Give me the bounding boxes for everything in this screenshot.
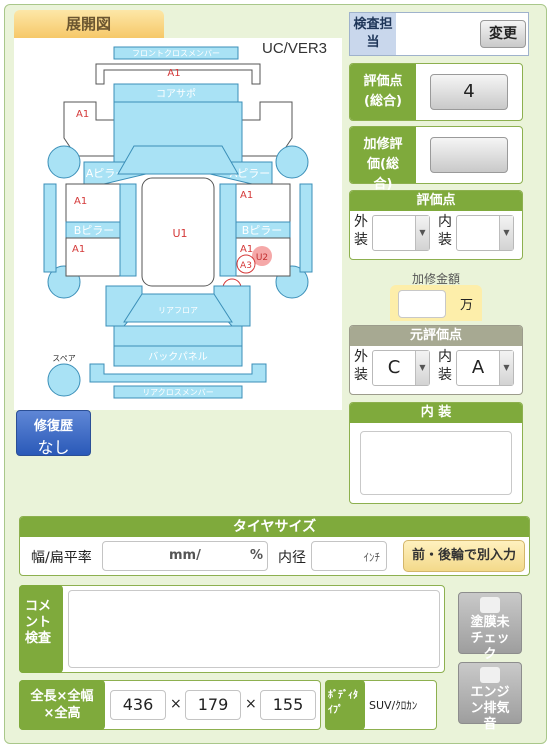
original-exterior-value: C <box>387 357 401 378</box>
spare-tire <box>47 363 81 397</box>
width-input[interactable]: 179 <box>185 690 241 720</box>
inspector-label: 検査担当 <box>350 13 396 55</box>
rear-cross-member-label: リアクロスメンバー <box>142 388 214 397</box>
engine-icon <box>480 667 500 683</box>
added-amount-box: 万 <box>390 285 482 321</box>
separate-front-rear-button[interactable]: 前・後輪で別入力 <box>403 540 525 572</box>
mark-right-quarter-u2: U2 <box>256 253 268 263</box>
times-sign-2: × <box>245 696 257 712</box>
length-input[interactable]: 436 <box>110 690 166 720</box>
original-evaluation-panel: 元評価点 外装 C ▼ 内装 A ▼ <box>349 325 523 395</box>
mark-rear-door-left-a1: A1 <box>72 244 85 255</box>
body-type-value: SUV/ｸﾛｶﾝ <box>369 699 418 712</box>
engine-sound-button[interactable]: エンジン排気音 <box>458 662 522 732</box>
chevron-down-icon: ▼ <box>415 216 429 250</box>
body-type-label: ﾎﾞﾃﾞｨﾀｲﾌﾟ <box>325 680 365 730</box>
core-support-label: コアサポ <box>156 88 196 100</box>
original-exterior-select[interactable]: C ▼ <box>372 350 430 386</box>
added-score-button[interactable] <box>430 137 508 173</box>
added-amount-unit: 万 <box>460 298 474 313</box>
repair-history-button[interactable]: 修復歴 なし <box>16 410 91 457</box>
roof-side-left <box>119 183 137 277</box>
mark-right-quarter-a3: A3 <box>240 261 252 271</box>
overall-score-row: 評価点(総合) 4 <box>349 63 523 121</box>
chevron-down-icon: ▼ <box>499 351 513 385</box>
comment-label: コメント検査 <box>19 585 63 673</box>
original-interior-label: 内装 <box>438 349 452 383</box>
evaluation-panel: 評価点 外装 ▼ 内装 ▼ <box>349 190 523 260</box>
added-score-label: 加修評価(総合) <box>350 127 416 192</box>
tire-inner-label: 内径 <box>278 550 306 566</box>
tire-pct-unit: % <box>249 548 263 563</box>
overall-score-label: 評価点(総合) <box>350 64 416 120</box>
interior-panel: 内 装 <box>349 402 523 504</box>
comment-textarea[interactable] <box>68 590 440 668</box>
diagram-version: UC/VER3 <box>262 40 328 57</box>
added-amount-input[interactable] <box>398 290 446 318</box>
height-input[interactable]: 155 <box>260 690 316 720</box>
tire-width-input[interactable]: mm/ % <box>102 541 268 571</box>
repair-history-label: 修復歴 <box>33 419 73 434</box>
original-evaluation-title: 元評価点 <box>350 326 522 346</box>
back-panel-label: バックパネル <box>148 351 208 363</box>
mark-rear-door-right-a1: A1 <box>240 244 253 255</box>
chevron-down-icon: ▼ <box>499 216 513 250</box>
windshield <box>117 145 239 175</box>
evaluation-interior-label: 内装 <box>438 214 452 248</box>
mark-front-door-left-a1: A1 <box>74 196 87 207</box>
tire-width-label: 幅/扁平率 <box>31 550 92 566</box>
original-exterior-label: 外装 <box>354 349 368 383</box>
tire-mm-unit: mm/ <box>169 548 201 563</box>
evaluation-exterior-select[interactable]: ▼ <box>372 215 430 251</box>
roof-side-right <box>219 183 237 277</box>
overall-score-button[interactable]: 4 <box>430 74 508 110</box>
mark-front-door-right-a1: A1 <box>240 190 253 201</box>
evaluation-exterior-label: 外装 <box>354 214 368 248</box>
b-pillar-left-label: Bピラー <box>74 224 115 237</box>
mark-fender-left-a1: A1 <box>76 109 89 120</box>
tire-inch-unit: ｲﾝﾁ <box>363 551 381 564</box>
added-score-row: 加修評価(総合) <box>349 126 523 192</box>
evaluation-interior-select[interactable]: ▼ <box>456 215 514 251</box>
diagram-tab-title: 展開図 <box>14 10 164 38</box>
original-interior-select[interactable]: A ▼ <box>456 350 514 386</box>
b-pillar-right-label: Bピラー <box>242 224 283 237</box>
vehicle-diagram[interactable]: フロントクロスメンバー A1 コアサポ A1 Aピラー Aピラー A1 Bピラー… <box>14 38 342 410</box>
paint-gauge-icon <box>480 597 500 613</box>
rear-bumper <box>89 363 267 383</box>
tire-inner-input[interactable]: ｲﾝﾁ <box>311 541 387 571</box>
evaluation-title: 評価点 <box>350 191 522 211</box>
spare-label: スペア <box>52 354 75 363</box>
repair-history-value: なし <box>37 438 70 457</box>
original-interior-value: A <box>471 357 485 378</box>
front-cross-member-label: フロントクロスメンバー <box>132 49 220 58</box>
tire-size-title: タイヤサイズ <box>20 517 529 537</box>
side-sill-right <box>299 183 313 273</box>
interior-textarea[interactable] <box>360 431 512 495</box>
dimensions-label: 全長×全幅×全高 <box>19 680 105 730</box>
mark-front-a1: A1 <box>167 68 180 79</box>
change-inspector-button[interactable]: 変更 <box>480 20 526 48</box>
trunk-floor <box>113 325 243 347</box>
mark-roof-u1: U1 <box>172 227 187 240</box>
rear-floor-label: リアフロア <box>158 306 198 315</box>
paint-check-label: 塗膜未チェック <box>470 615 510 662</box>
times-sign-1: × <box>170 696 182 712</box>
wheel-front-right <box>275 145 309 179</box>
interior-title: 内 装 <box>350 403 522 423</box>
paint-check-button[interactable]: 塗膜未チェック <box>458 592 522 662</box>
wheel-front-left <box>47 145 81 179</box>
chevron-down-icon: ▼ <box>415 351 429 385</box>
engine-sound-label: エンジン排気音 <box>470 685 510 732</box>
side-sill-left <box>43 183 57 273</box>
inspector-box: 検査担当 変更 <box>349 12 529 56</box>
